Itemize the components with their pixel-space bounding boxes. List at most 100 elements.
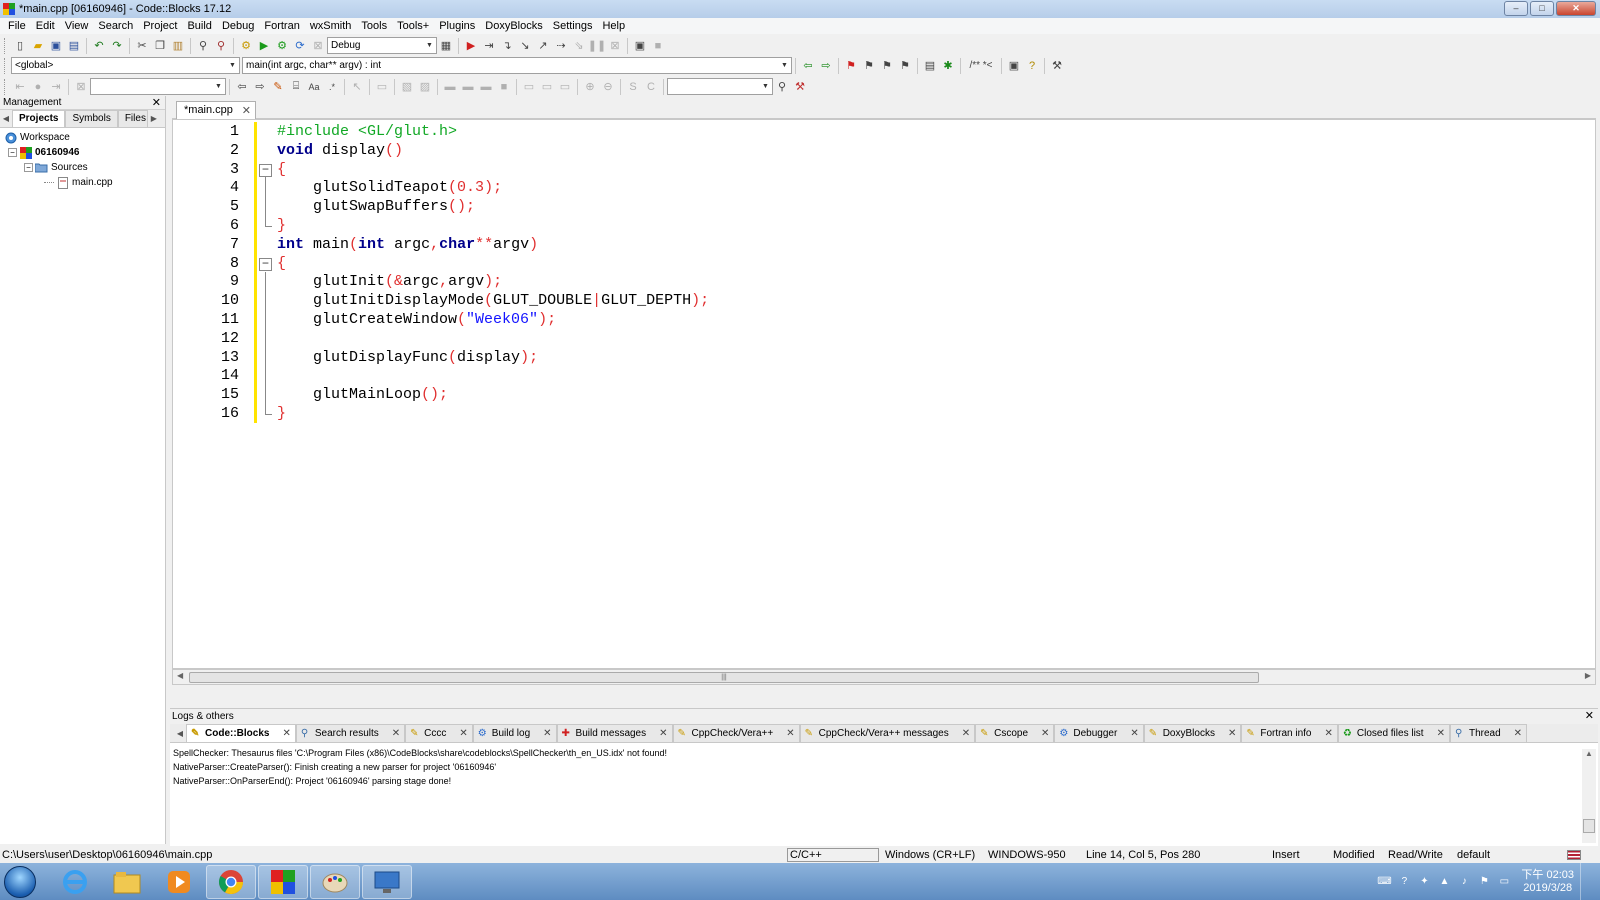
panel-two-icon[interactable]: ▬ bbox=[459, 78, 477, 96]
log-tab[interactable]: ✚ Build messages ✕ bbox=[556, 724, 673, 742]
close-icon[interactable]: ✕ bbox=[152, 96, 161, 110]
build-and-run-icon[interactable]: ⚙ bbox=[273, 37, 291, 55]
image-icon[interactable]: ▧ bbox=[398, 78, 416, 96]
menu-wxsmith[interactable]: wxSmith bbox=[305, 20, 357, 32]
debug-start-icon[interactable]: ▶ bbox=[462, 37, 480, 55]
close-icon[interactable]: ✕ bbox=[962, 728, 970, 739]
menu-file[interactable]: File bbox=[3, 20, 31, 32]
jump-back-icon[interactable]: ⇦ bbox=[799, 57, 817, 75]
menu-plugins[interactable]: Plugins bbox=[434, 20, 480, 32]
chevron-left-icon[interactable]: ◀ bbox=[174, 725, 186, 742]
new-file-icon[interactable]: ▯ bbox=[11, 37, 29, 55]
close-icon[interactable]: ✕ bbox=[1324, 728, 1332, 739]
panel-icon[interactable]: ▬ bbox=[441, 78, 459, 96]
paste-icon[interactable]: ▥ bbox=[169, 37, 187, 55]
tab-files[interactable]: Files bbox=[117, 110, 148, 127]
close-icon[interactable]: ✕ bbox=[242, 104, 251, 117]
doxyblocks-wizard-icon[interactable]: ▤ bbox=[921, 57, 939, 75]
target-options-icon[interactable]: ▦ bbox=[437, 37, 455, 55]
panel-three-icon[interactable]: ▬ bbox=[477, 78, 495, 96]
save-all-icon[interactable]: ▤ bbox=[65, 37, 83, 55]
close-icon[interactable]: ✕ bbox=[1437, 728, 1445, 739]
code-line[interactable]: 15 glutMainLoop(); bbox=[173, 385, 1595, 405]
editor-horizontal-scrollbar[interactable]: ◀ ||| ▶ bbox=[172, 669, 1596, 685]
network-icon[interactable]: ▭ bbox=[1497, 875, 1511, 889]
search-icon[interactable]: ⚲ bbox=[773, 78, 791, 96]
media-player-icon[interactable] bbox=[154, 865, 204, 899]
selected-text-icon[interactable]: ⌸ bbox=[287, 78, 305, 96]
doc-comment-button[interactable]: /** *< bbox=[964, 57, 998, 75]
doxyblocks-extract-icon[interactable]: ✱ bbox=[939, 57, 957, 75]
code-line[interactable]: 6} bbox=[173, 216, 1595, 235]
match-case-icon[interactable]: Aa bbox=[305, 78, 323, 96]
copy-icon[interactable]: ❐ bbox=[151, 37, 169, 55]
function-select[interactable]: main(int argc, char** argv) : int ▼ bbox=[242, 57, 792, 74]
tray-settings-icon[interactable]: ✦ bbox=[1417, 875, 1431, 889]
redo-icon[interactable]: ↷ bbox=[108, 37, 126, 55]
tree-project[interactable]: − 06160946 bbox=[4, 145, 165, 160]
log-tab[interactable]: ✎ DoxyBlocks ✕ bbox=[1143, 724, 1242, 742]
menu-tools[interactable]: Tools bbox=[356, 20, 392, 32]
start-button[interactable] bbox=[0, 864, 40, 900]
close-button[interactable]: ✕ bbox=[1556, 1, 1596, 16]
code-line[interactable]: 8 −{ bbox=[173, 253, 1595, 273]
step-back-icon[interactable]: ⇤ bbox=[11, 78, 29, 96]
symbol-search-input[interactable]: ▼ bbox=[667, 78, 773, 95]
jump-forward-icon[interactable]: ⇨ bbox=[817, 57, 835, 75]
close-icon[interactable]: ✕ bbox=[1228, 728, 1236, 739]
collapse-icon[interactable]: − bbox=[24, 163, 33, 172]
next-bookmark-icon[interactable]: ⚑ bbox=[878, 57, 896, 75]
code-editor[interactable]: 1 #include <GL/glut.h> 2 void display() 3−{4… bbox=[172, 119, 1596, 669]
code-line[interactable]: 3 −{ bbox=[173, 159, 1595, 179]
code-line[interactable]: 10 glutInitDisplayMode(GLUT_DOUBLE|GLUT_… bbox=[173, 291, 1595, 311]
menu-build[interactable]: Build bbox=[182, 20, 216, 32]
close-icon[interactable]: ✕ bbox=[543, 728, 551, 739]
ie-icon[interactable] bbox=[50, 865, 100, 899]
scroll-right-icon[interactable]: ▶ bbox=[1585, 671, 1591, 680]
fold-toggle-icon[interactable]: − bbox=[259, 163, 272, 177]
menu-doxyblocks[interactable]: DoxyBlocks bbox=[480, 20, 547, 32]
code-line[interactable]: 9 glutInit(&argc,argv); bbox=[173, 272, 1595, 292]
step-forward-icon[interactable]: ⇥ bbox=[47, 78, 65, 96]
build-icon[interactable]: ⚙ bbox=[237, 37, 255, 55]
step-into-icon[interactable]: ↘ bbox=[516, 37, 534, 55]
zoom-out-icon[interactable]: ⊖ bbox=[599, 78, 617, 96]
build-target-select[interactable]: Debug ▼ bbox=[327, 37, 437, 54]
help-icon[interactable]: ? bbox=[1397, 875, 1411, 889]
close-icon[interactable]: ✕ bbox=[1041, 728, 1049, 739]
scrollbar-thumb[interactable] bbox=[1583, 819, 1595, 833]
chevron-right-icon[interactable]: ▶ bbox=[148, 110, 160, 127]
log-tab[interactable]: ⚲ Thread ✕ bbox=[1449, 724, 1528, 742]
search-next-icon[interactable]: ⇨ bbox=[251, 78, 269, 96]
replace-icon[interactable]: ⚲ bbox=[212, 37, 230, 55]
incremental-search-input[interactable]: ▼ bbox=[90, 78, 226, 95]
code-line[interactable]: 14 bbox=[173, 366, 1595, 386]
code-line[interactable]: 16} bbox=[173, 404, 1595, 423]
close-icon[interactable]: ✕ bbox=[282, 728, 290, 739]
cut-icon[interactable]: ✂ bbox=[133, 37, 151, 55]
chrome-icon[interactable] bbox=[206, 864, 256, 899]
chm-help-icon[interactable]: ? bbox=[1023, 57, 1041, 75]
menu-search[interactable]: Search bbox=[93, 20, 138, 32]
keyboard-icon[interactable]: ⌨ bbox=[1377, 875, 1391, 889]
close-icon[interactable]: ✕ bbox=[392, 728, 400, 739]
zoom-in-icon[interactable]: ⊕ bbox=[581, 78, 599, 96]
log-tab[interactable]: ✎ Cccc ✕ bbox=[405, 724, 473, 742]
code-line[interactable]: 4 glutSolidTeapot(0.3); bbox=[173, 178, 1595, 198]
doxyblocks-prefs-icon[interactable]: ⚒ bbox=[1048, 57, 1066, 75]
record-icon[interactable]: ● bbox=[29, 78, 47, 96]
menu-help[interactable]: Help bbox=[597, 20, 630, 32]
tree-file-main[interactable]: main.cpp bbox=[4, 175, 165, 190]
prev-bookmark-icon[interactable]: ⚑ bbox=[860, 57, 878, 75]
menu-edit[interactable]: Edit bbox=[31, 20, 60, 32]
rebuild-icon[interactable]: ⟳ bbox=[291, 37, 309, 55]
run-to-cursor-icon[interactable]: ⇥ bbox=[480, 37, 498, 55]
abort-icon[interactable]: ⊠ bbox=[309, 37, 327, 55]
toolbar-grip[interactable] bbox=[4, 57, 8, 74]
menu-fortran[interactable]: Fortran bbox=[259, 20, 304, 32]
menu-tools-plus[interactable]: Tools+ bbox=[392, 20, 434, 32]
menu-view[interactable]: View bbox=[60, 20, 94, 32]
scrollbar-thumb[interactable]: ||| bbox=[189, 672, 1259, 683]
menu-debug[interactable]: Debug bbox=[217, 20, 259, 32]
maximize-button[interactable]: □ bbox=[1530, 1, 1554, 16]
